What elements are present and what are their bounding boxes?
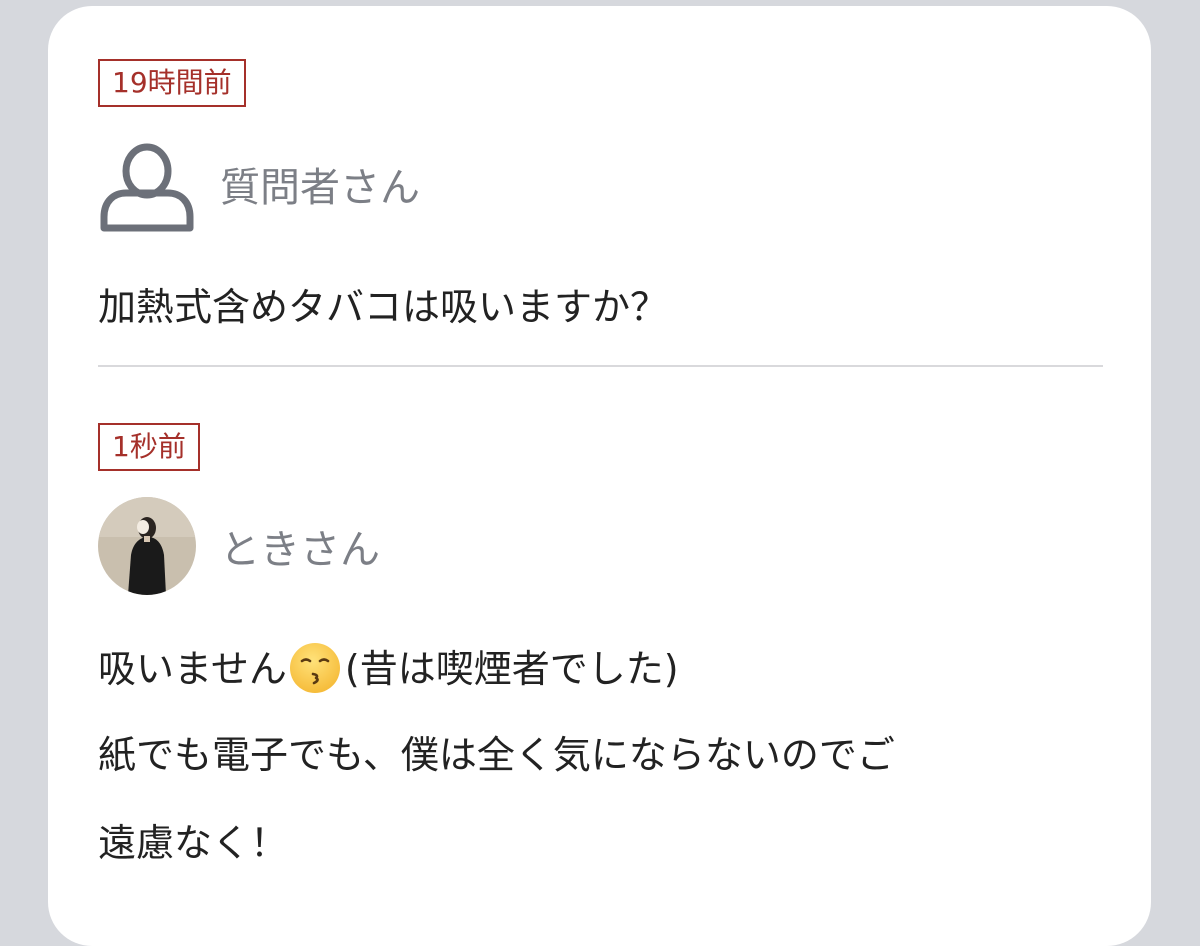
divider	[98, 365, 1103, 367]
kissing-face-emoji-icon	[289, 642, 340, 693]
answerer-name: ときさん	[220, 527, 380, 573]
question-text: 加熱式含めタバコは吸いますか？	[98, 285, 669, 329]
answer-line-1: 吸いません (昔は喫煙者でした)	[98, 638, 679, 698]
user-outline-icon	[100, 143, 194, 232]
answerer-row[interactable]: ときさん	[98, 496, 380, 596]
answer-line-3: 遠慮なく！	[98, 821, 289, 865]
question-time-badge: 19時間前	[98, 59, 246, 107]
answer-time-badge: 1秒前	[98, 423, 200, 471]
answer-line-1-suffix: (昔は喫煙者でした)	[344, 647, 679, 691]
answer-line-1-prefix: 吸いません	[98, 647, 287, 691]
answer-line-2: 紙でも電子でも、僕は全く気にならないのでご	[98, 733, 895, 777]
questioner-name: 質問者さん	[220, 165, 420, 211]
chat-card: 19時間前 質問者さん 加熱式含めタバコは吸いますか？ 1秒前 ときさん 吸いま…	[48, 6, 1151, 946]
avatar[interactable]	[98, 497, 196, 595]
questioner-row[interactable]: 質問者さん	[98, 134, 420, 234]
